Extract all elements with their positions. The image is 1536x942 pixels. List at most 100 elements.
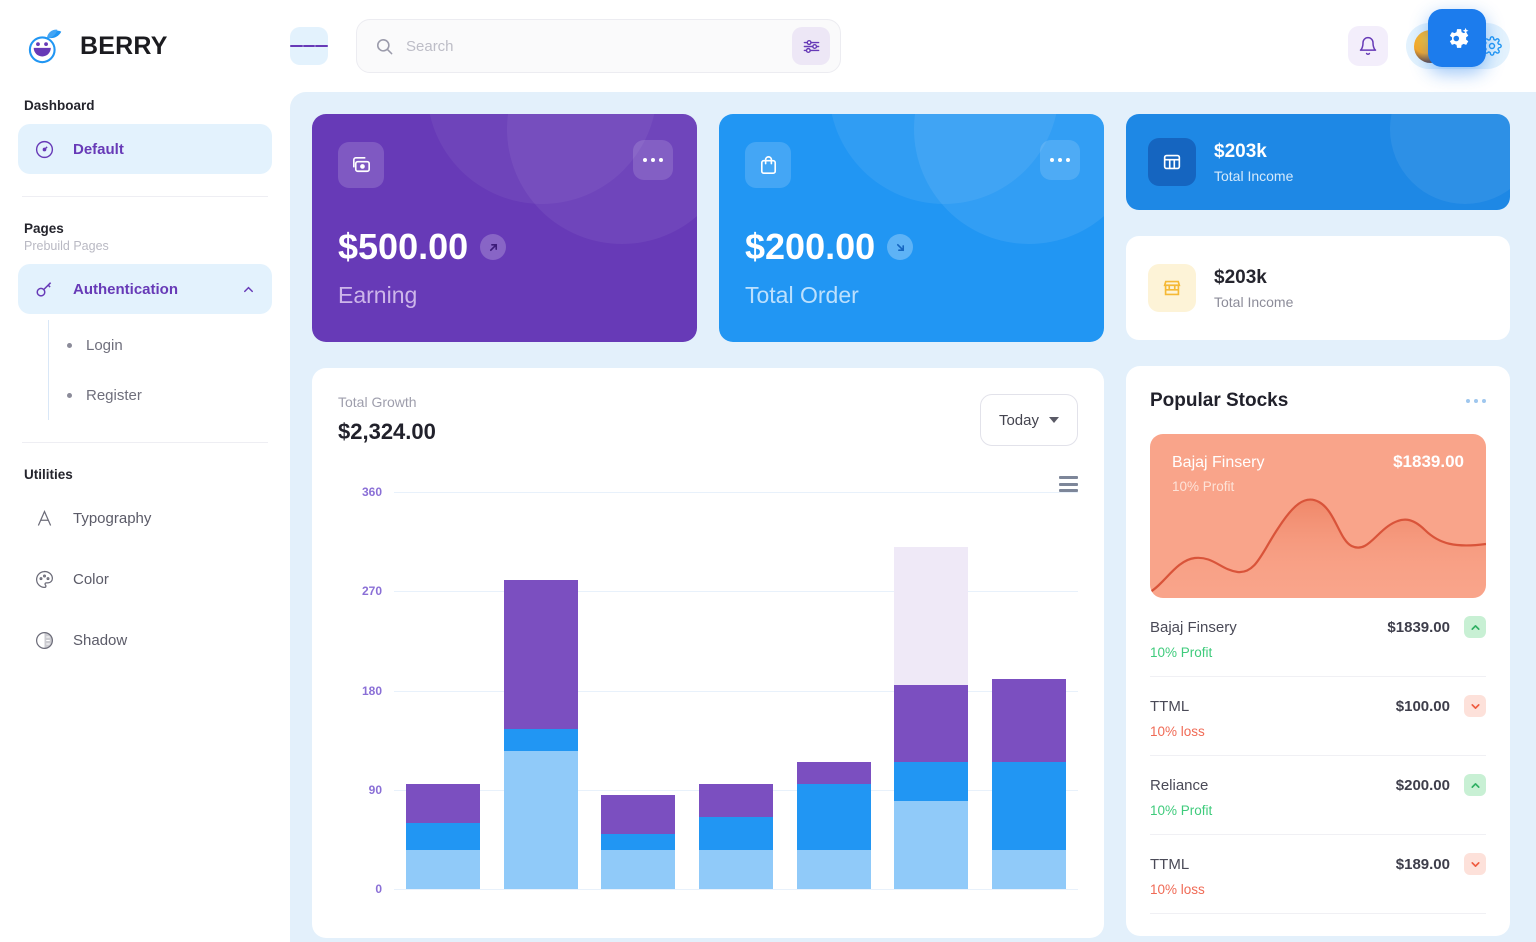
sidebar-item-label: Typography	[73, 509, 152, 527]
top-cards-grid: $500.00 Earning $200.00 Total Order Tota…	[312, 114, 1510, 938]
earning-more-button[interactable]	[633, 140, 673, 180]
stock-row[interactable]: Reliance $200.00 10% Profit	[1150, 756, 1486, 835]
featured-stock[interactable]: Bajaj Finsery $1839.00 10% Profit	[1150, 434, 1486, 598]
chart-bar-segment	[894, 762, 969, 801]
chart-bar-segment	[601, 795, 676, 834]
chart-bar[interactable]	[796, 762, 871, 889]
left-column: $500.00 Earning $200.00 Total Order Tota…	[312, 114, 1104, 938]
total-income-card-filled: $203k Total Income	[1126, 114, 1510, 210]
search-icon	[376, 38, 393, 54]
chart-bar-segment	[503, 729, 578, 752]
sidebar-item-label: Default	[73, 140, 124, 158]
chart-gridline	[394, 889, 1078, 890]
sidebar-caption-pages: Pages	[24, 221, 64, 236]
right-column: $203k Total Income $203k Total Income Po…	[1126, 114, 1510, 938]
stock-price: $200.00	[1395, 776, 1450, 794]
top-header: BERRY	[0, 0, 1536, 92]
stock-name: TTML	[1150, 697, 1190, 715]
chevron-up-icon[interactable]	[241, 282, 256, 297]
stock-price: $100.00	[1395, 697, 1450, 715]
chevron-up-icon	[1464, 774, 1486, 796]
sidebar-item-shadow[interactable]: Shadow	[18, 615, 272, 665]
total-growth-card: Total Growth $2,324.00 Today 0 90 180 27…	[312, 368, 1104, 938]
sidebar-item-register[interactable]: Register	[49, 370, 272, 420]
chart-bar-segment	[405, 850, 480, 889]
total-order-more-button[interactable]	[1040, 140, 1080, 180]
chart-bar[interactable]	[992, 679, 1067, 889]
storefront-icon	[1148, 264, 1196, 312]
featured-stock-name: Bajaj Finsery	[1172, 454, 1265, 471]
speedometer-icon	[35, 140, 54, 158]
chevron-down-icon	[1464, 695, 1486, 717]
main-content: $500.00 Earning $200.00 Total Order Tota…	[290, 92, 1536, 942]
bell-icon[interactable]	[1348, 26, 1388, 66]
sidebar-item-default[interactable]: Default	[18, 124, 272, 174]
sidebar-item-label: Authentication	[73, 280, 178, 298]
header-actions	[1348, 9, 1536, 69]
filter-sliders-icon[interactable]	[792, 27, 830, 65]
sidebar-caption-dashboard: Dashboard	[24, 98, 95, 113]
chart-y-axis: 0 90 180 270 360	[338, 485, 382, 896]
growth-title: Total Growth	[338, 394, 417, 410]
stock-price: $1839.00	[1387, 618, 1450, 636]
brand-area: BERRY	[0, 27, 290, 65]
total-order-amount: $200.00	[745, 226, 876, 267]
sidebar-item-label: Shadow	[73, 631, 128, 649]
popular-stocks-card: Popular Stocks Bajaj Finsery $1839.00 10…	[1126, 366, 1510, 936]
total-order-card: $200.00 Total Order	[719, 114, 1104, 342]
chart-y-tick: 180	[361, 683, 382, 698]
earning-amount: $500.00	[338, 226, 469, 267]
total-order-label: Total Order	[745, 282, 859, 308]
sidebar-item-label: Register	[86, 386, 142, 404]
chart-bar-segment	[405, 784, 480, 823]
chart-bar-segment	[405, 822, 480, 851]
chart-y-tick: 360	[361, 485, 382, 499]
chart-bar-segment	[503, 751, 578, 889]
sidebar-item-login[interactable]: Login	[49, 320, 272, 370]
chart-bar[interactable]	[699, 784, 774, 889]
search-input[interactable]	[406, 37, 780, 55]
chart-bar[interactable]	[894, 547, 969, 889]
hamburger-menu-icon[interactable]	[290, 27, 329, 65]
chart-bar[interactable]	[503, 580, 578, 889]
growth-range-select[interactable]: Today	[979, 394, 1078, 446]
income-label: Total Income	[1214, 293, 1294, 310]
table-chart-icon	[1148, 138, 1196, 186]
search-bar[interactable]	[356, 19, 841, 73]
chart-bar-segment	[699, 850, 774, 889]
sidebar: Dashboard Default Pages Prebuild Pages A…	[0, 92, 290, 942]
settings-sparkle-icon[interactable]	[1428, 9, 1486, 67]
chart-bar-segment	[796, 850, 871, 889]
earning-card: $500.00 Earning	[312, 114, 697, 342]
stock-list: Bajaj Finsery $1839.00 10% Profit TTML $100.…	[1150, 598, 1486, 914]
chart-bar-slot	[785, 762, 883, 889]
featured-stock-price: $1839.00	[1393, 452, 1464, 471]
stock-row[interactable]: Bajaj Finsery $1839.00 10% Profit	[1150, 598, 1486, 677]
stock-row[interactable]: TTML $100.00 10% loss	[1150, 677, 1486, 756]
sidebar-caption-utilities: Utilities	[24, 467, 73, 482]
earning-label: Earning	[338, 282, 418, 308]
chart-bar-segment	[992, 679, 1067, 763]
chart-bar-segment	[992, 850, 1067, 889]
sidebar-item-label: Color	[73, 570, 109, 588]
stock-change: 10% Profit	[1150, 645, 1213, 660]
profile-chip[interactable]	[1406, 9, 1510, 69]
chart-bar-segment	[699, 784, 774, 818]
chart-bar[interactable]	[405, 784, 480, 889]
chart-bar-segment	[699, 817, 774, 851]
featured-stock-sparkline	[1150, 498, 1486, 598]
sidebar-item-typography[interactable]: Typography	[18, 493, 272, 543]
total-income-card-plain: $203k Total Income	[1126, 236, 1510, 340]
sidebar-item-authentication[interactable]: Authentication	[18, 264, 272, 314]
total-order-amount-row: $200.00	[745, 226, 1078, 268]
chevron-down-icon	[1464, 853, 1486, 875]
arrow-down-right-icon	[887, 234, 914, 260]
stock-row[interactable]: TTML $189.00 10% loss	[1150, 835, 1486, 914]
income-value: $203k	[1214, 140, 1267, 162]
brand-name: BERRY	[80, 31, 168, 60]
chart-bar[interactable]	[601, 795, 676, 889]
stocks-more-button[interactable]	[1465, 398, 1486, 404]
chevron-up-icon	[1464, 616, 1486, 638]
sidebar-item-color[interactable]: Color	[18, 554, 272, 604]
palette-icon	[36, 570, 53, 588]
